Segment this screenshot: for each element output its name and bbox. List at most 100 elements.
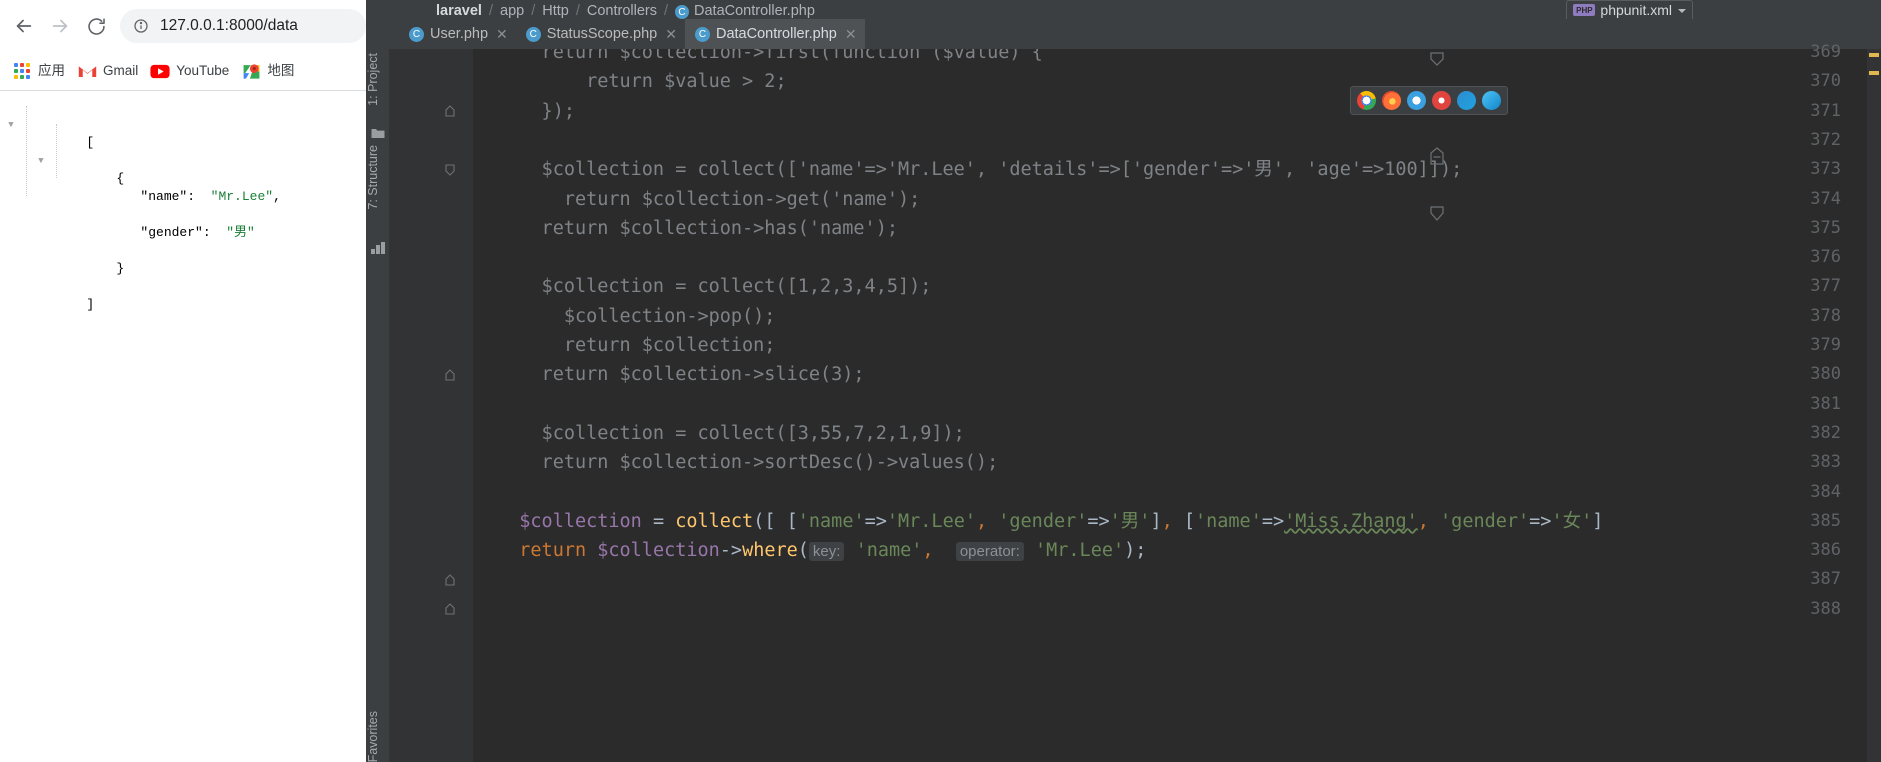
- address-bar[interactable]: 127.0.0.1:8000/data: [120, 9, 366, 43]
- json-line: "name": "Mr.Lee",: [0, 170, 366, 204]
- collapse-toggle[interactable]: ▼: [6, 116, 16, 134]
- bookmark-apps[interactable]: 应用: [8, 57, 73, 85]
- php-badge-icon: PHP: [1573, 4, 1596, 16]
- bookmark-maps[interactable]: 地图: [237, 57, 302, 85]
- json-bracket: ]: [86, 297, 95, 312]
- fold-end-icon[interactable]: [444, 360, 455, 389]
- tab-user-php[interactable]: C User.php ✕: [399, 19, 516, 49]
- bookmark-youtube[interactable]: YouTube: [146, 57, 237, 85]
- code-token: 'Mr.Lee': [1035, 540, 1125, 562]
- code-line[interactable]: });: [473, 97, 575, 126]
- open-in-browser-popup[interactable]: [1350, 86, 1508, 115]
- breadcrumb-project[interactable]: laravel: [436, 3, 482, 19]
- fold-end-icon[interactable]: [444, 595, 455, 624]
- code-token: $collection: [597, 540, 720, 562]
- fold-end-icon[interactable]: [444, 565, 455, 594]
- fold-region-icon[interactable]: [1429, 147, 1445, 165]
- tab-statusscope-php[interactable]: C StatusScope.php ✕: [516, 19, 685, 49]
- code-line[interactable]: $collection = collect([1,2,3,4,5]);: [473, 272, 932, 301]
- code-line[interactable]: return $collection->first(function ($val…: [473, 49, 1043, 67]
- code-token: =>: [864, 510, 887, 532]
- reload-icon: [87, 17, 105, 35]
- code-line[interactable]: $collection = collect([3,55,7,2,1,9]);: [473, 419, 965, 448]
- bookmarks-divider: [0, 90, 366, 91]
- json-key: "gender":: [140, 225, 211, 240]
- fold-start-icon[interactable]: [444, 155, 455, 184]
- safari-icon[interactable]: [1407, 91, 1426, 110]
- code-line[interactable]: [473, 595, 497, 624]
- json-line: "gender": "男": [0, 206, 366, 240]
- close-icon[interactable]: ✕: [663, 27, 679, 41]
- tab-datacontroller-php[interactable]: C DataController.php ✕: [684, 19, 865, 49]
- json-value: "Mr.Lee": [210, 189, 274, 204]
- code-editor[interactable]: 369 370 371 372 373 374 375 376 377 378 379 380 381 3…: [389, 42, 1881, 762]
- tab-label: User.php: [430, 26, 489, 42]
- left-tool-strip: 1: Project 7: Structure Favorites: [366, 49, 389, 762]
- code-line[interactable]: [473, 478, 497, 507]
- code-token: $collection = collect([3,55,7,2,1,9]);: [497, 422, 965, 444]
- opera-icon[interactable]: [1432, 91, 1451, 110]
- code-line[interactable]: return $value > 2;: [473, 67, 787, 96]
- code-line[interactable]: return $collection->slice(3);: [473, 360, 865, 389]
- code-line[interactable]: [473, 243, 497, 272]
- close-icon[interactable]: ✕: [494, 27, 510, 41]
- code-line[interactable]: return $collection->where(key: 'name', o…: [473, 536, 1146, 565]
- php-class-icon: C: [409, 26, 424, 42]
- back-button[interactable]: [6, 8, 42, 44]
- tool-window-favorites[interactable]: Favorites: [366, 711, 389, 762]
- site-info-icon[interactable]: [132, 17, 150, 35]
- editor-tab-bar: C User.php ✕ C StatusScope.php ✕ C DataC…: [366, 19, 1881, 49]
- bookmark-gmail[interactable]: Gmail: [73, 57, 146, 85]
- warning-marker[interactable]: [1869, 71, 1879, 75]
- code-content[interactable]: return $collection->first(function ($val…: [473, 49, 1881, 762]
- code-token: where: [742, 540, 798, 562]
- code-line[interactable]: $collection->pop();: [473, 302, 776, 331]
- forward-button[interactable]: [42, 8, 78, 44]
- breadcrumb-http[interactable]: Http: [542, 3, 569, 19]
- google-maps-icon: [241, 61, 261, 81]
- run-configuration-area: PHP phpunit.xml: [1566, 0, 1701, 19]
- breadcrumb-controllers[interactable]: Controllers: [587, 3, 657, 19]
- scroll-up-caret-icon[interactable]: [1429, 51, 1445, 67]
- bookmark-label: 地图: [267, 63, 295, 79]
- reload-button[interactable]: [78, 8, 114, 44]
- code-line[interactable]: return $collection->get('name');: [473, 185, 920, 214]
- tool-window-project[interactable]: 1: Project: [366, 53, 389, 106]
- code-line[interactable]: $collection = collect([ ['name'=>'Mr.Lee…: [473, 507, 1603, 536]
- breadcrumb-file[interactable]: DataController.php: [694, 3, 815, 19]
- editor-gutter[interactable]: [389, 49, 473, 762]
- code-line[interactable]: return $collection->has('name');: [473, 214, 898, 243]
- scrollbar-marker-column[interactable]: [1867, 49, 1881, 762]
- run-configuration-selector[interactable]: PHP phpunit.xml: [1566, 0, 1693, 19]
- tab-label: StatusScope.php: [546, 26, 658, 42]
- breadcrumb-app[interactable]: app: [500, 3, 524, 19]
- ie-icon[interactable]: [1482, 91, 1501, 110]
- close-icon[interactable]: ✕: [843, 27, 859, 41]
- scroll-down-caret-icon[interactable]: [1429, 206, 1445, 222]
- code-line[interactable]: $collection = collect(['name'=>'Mr.Lee',…: [473, 155, 1463, 184]
- chrome-icon[interactable]: [1357, 91, 1376, 110]
- edge-icon[interactable]: [1457, 91, 1476, 110]
- code-line[interactable]: [473, 126, 497, 155]
- gmail-icon: [77, 61, 97, 81]
- json-response-viewer: ▼ [ ▼ { "name": "Mr.Lee", "gender": "男" …: [0, 92, 366, 762]
- folder-icon[interactable]: [371, 124, 385, 138]
- code-line[interactable]: [473, 390, 497, 419]
- json-brace: }: [116, 261, 125, 276]
- json-value: "男": [226, 225, 255, 240]
- breadcrumb-separator: /: [663, 3, 668, 19]
- code-line[interactable]: return $collection->sortDesc()->values()…: [473, 448, 999, 477]
- tool-window-structure[interactable]: 7: Structure: [366, 145, 389, 210]
- error-marker[interactable]: [1869, 53, 1879, 57]
- fold-end-icon[interactable]: [444, 97, 455, 126]
- ide-window: laravel / app / Http / Controllers / C D…: [366, 0, 1881, 762]
- code-token: $collection = collect([1,2,3,4,5]);: [497, 276, 932, 298]
- code-token: return $collection->sortDesc()->values()…: [497, 452, 999, 474]
- code-line[interactable]: [473, 565, 497, 594]
- chevron-down-icon[interactable]: [1678, 9, 1686, 13]
- collapse-toggle[interactable]: ▼: [36, 152, 46, 170]
- code-line[interactable]: return $collection;: [473, 331, 776, 360]
- structure-icon[interactable]: [371, 239, 385, 254]
- firefox-icon[interactable]: [1382, 91, 1401, 110]
